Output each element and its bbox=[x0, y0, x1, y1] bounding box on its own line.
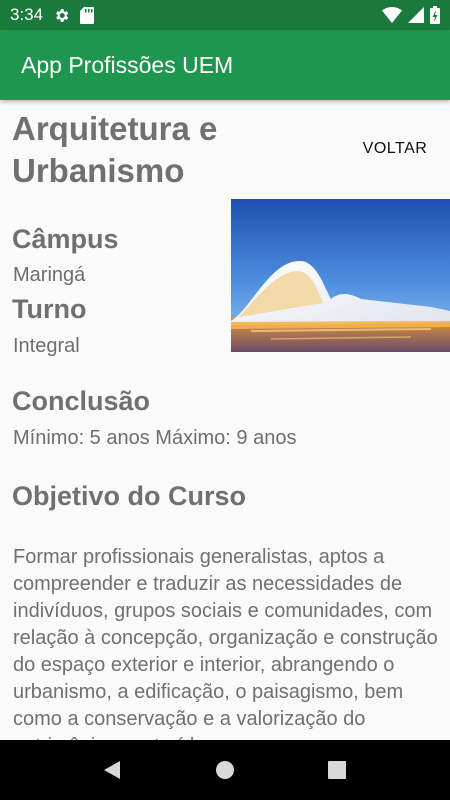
gear-icon bbox=[53, 7, 70, 24]
wifi-icon bbox=[382, 7, 402, 23]
objetivo-text: Formar profissionais generalistas, aptos… bbox=[13, 546, 438, 740]
objetivo-heading: Objetivo do Curso bbox=[12, 481, 247, 511]
cell-signal-icon bbox=[408, 7, 424, 23]
campus-heading: Câmpus bbox=[12, 224, 119, 254]
battery-charging-icon bbox=[430, 6, 440, 24]
status-time: 3:34 bbox=[10, 5, 44, 24]
status-bar: 3:34 bbox=[0, 0, 450, 30]
navigation-bar bbox=[0, 740, 450, 800]
conclusao-heading: Conclusão bbox=[12, 386, 151, 416]
campus-value: Maringá bbox=[13, 264, 86, 286]
sd-card-icon bbox=[80, 6, 95, 24]
app-bar: App Profissões UEM bbox=[0, 30, 450, 100]
turno-value: Integral bbox=[13, 335, 80, 357]
back-button[interactable]: VOLTAR bbox=[352, 137, 438, 161]
app-title: App Profissões UEM bbox=[21, 51, 234, 78]
architecture-photo bbox=[231, 199, 450, 352]
course-title: Arquitetura e Urbanismo bbox=[12, 110, 218, 189]
course-detail[interactable]: Arquitetura e Urbanismo VOLTAR Câmpus Ma… bbox=[0, 100, 450, 740]
conclusao-value: Mínimo: 5 anos Máximo: 9 anos bbox=[13, 427, 297, 449]
back-triangle-icon[interactable] bbox=[82, 740, 142, 800]
turno-heading: Turno bbox=[12, 294, 87, 324]
home-circle-icon[interactable] bbox=[195, 740, 255, 800]
recents-square-icon[interactable] bbox=[307, 740, 367, 800]
